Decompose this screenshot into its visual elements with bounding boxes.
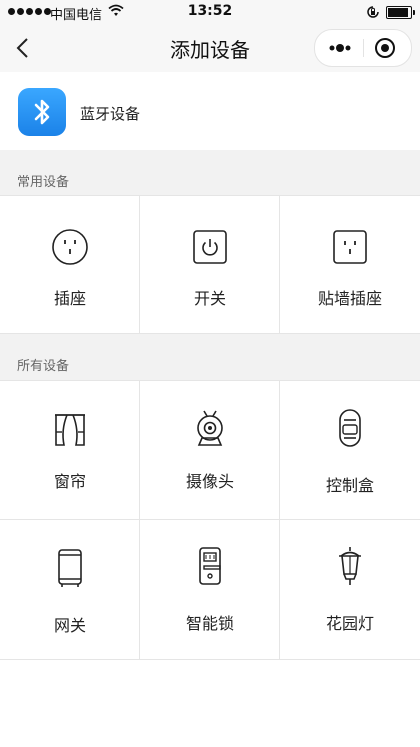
device-control-box[interactable]: 控制盒 <box>280 380 420 520</box>
common-devices-header: 常用设备 <box>0 150 420 195</box>
clock: 13:52 <box>187 3 233 19</box>
all-devices-title: 所有设备 <box>17 359 70 374</box>
bluetooth-icon <box>18 88 66 136</box>
wall-socket-icon <box>333 230 367 264</box>
device-garden-lamp[interactable]: 花园灯 <box>280 520 420 660</box>
all-devices-header: 所有设备 <box>0 334 420 380</box>
device-label: 摄像头 <box>185 472 234 491</box>
device-label: 贴墙插座 <box>317 289 382 308</box>
garden-lamp-icon <box>339 547 361 585</box>
control-box-icon <box>339 409 361 447</box>
device-label: 控制盒 <box>325 476 374 495</box>
more-dots-icon <box>329 44 351 52</box>
device-label: 窗帘 <box>53 472 86 491</box>
device-camera[interactable]: 摄像头 <box>140 380 280 520</box>
all-devices-grid: 窗帘 摄像头 控制盒 网关 智能锁 花园灯 <box>0 380 420 660</box>
camera-icon <box>197 410 223 446</box>
bluetooth-device-label: 蓝牙设备 <box>80 105 141 123</box>
device-wall-socket[interactable]: 贴墙插座 <box>280 195 420 334</box>
orientation-lock-icon <box>367 6 379 18</box>
more-options-button[interactable] <box>315 30 363 66</box>
curtain-icon <box>55 414 85 446</box>
battery-icon <box>386 5 415 19</box>
device-curtain[interactable]: 窗帘 <box>0 380 140 520</box>
device-smart-lock[interactable]: 智能锁 <box>140 520 280 660</box>
device-label: 网关 <box>53 616 86 635</box>
smart-lock-icon <box>199 547 221 585</box>
device-label: 花园灯 <box>325 614 374 633</box>
round-socket-icon <box>52 229 88 265</box>
common-devices-grid: 插座 开关 贴墙插座 <box>0 195 420 334</box>
common-devices-title: 常用设备 <box>17 175 70 190</box>
navigation-bar: 添加设备 <box>0 24 420 72</box>
device-switch[interactable]: 开关 <box>140 195 280 334</box>
device-label: 智能锁 <box>185 614 234 633</box>
mini-program-capsule <box>314 29 412 67</box>
gateway-icon <box>58 549 82 587</box>
close-mini-program-button[interactable] <box>363 30 411 66</box>
device-gateway[interactable]: 网关 <box>0 520 140 660</box>
device-label: 开关 <box>193 289 226 308</box>
status-bar: 中国电信 13:52 <box>0 0 420 24</box>
target-close-icon <box>375 38 395 58</box>
device-socket[interactable]: 插座 <box>0 195 140 334</box>
bluetooth-device-row[interactable]: 蓝牙设备 <box>0 72 420 150</box>
power-switch-icon <box>193 230 227 264</box>
device-label: 插座 <box>53 289 86 308</box>
